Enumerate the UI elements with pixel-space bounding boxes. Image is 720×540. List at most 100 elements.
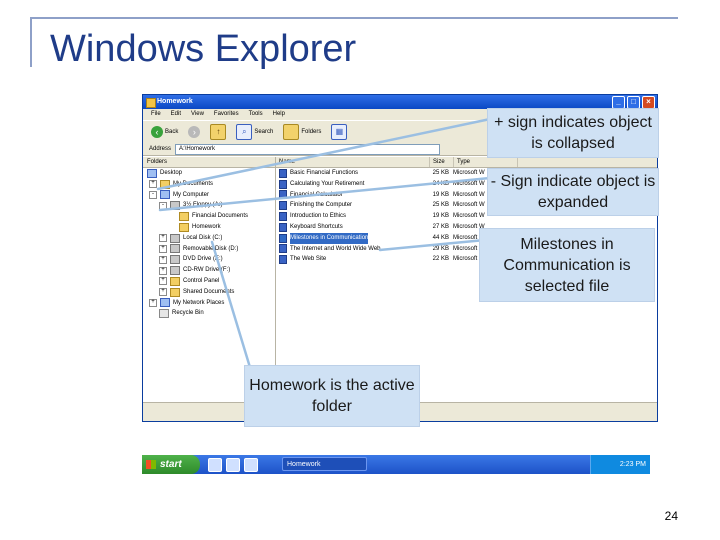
file-size: 44 KB — [432, 234, 449, 241]
quick-launch — [208, 458, 258, 472]
computer-icon — [160, 190, 170, 200]
expand-plus-icon[interactable]: + — [159, 288, 167, 297]
address-label: Address — [149, 146, 172, 152]
word-document-icon — [279, 179, 287, 189]
column-header-size[interactable]: Size — [430, 157, 454, 167]
tree-item-financial-documents[interactable]: Financial Documents — [143, 211, 275, 222]
recycle-bin-icon — [159, 309, 169, 319]
word-document-icon — [279, 222, 287, 232]
expand-plus-icon[interactable]: + — [159, 266, 167, 275]
desktop-icon — [147, 168, 157, 178]
expand-plus-icon[interactable]: + — [149, 180, 157, 189]
word-document-icon — [279, 201, 287, 211]
open-folder-icon — [179, 222, 189, 232]
menu-edit[interactable]: Edit — [171, 109, 181, 120]
tree-item-dvd-drive[interactable]: + DVD Drive (E:) — [143, 254, 275, 265]
taskbar: start Homework 2:23 PM — [142, 455, 650, 474]
expand-plus-icon[interactable]: + — [159, 277, 167, 286]
tree-item-homework[interactable]: Homework — [143, 222, 275, 233]
tree-item-label: My Documents — [173, 180, 214, 187]
menu-help[interactable]: Help — [273, 109, 285, 120]
tree-item-label: DVD Drive (E:) — [183, 256, 223, 263]
expand-plus-icon[interactable]: + — [159, 255, 167, 264]
file-name: Basic Financial Functions — [290, 170, 359, 176]
tree-item-removable-disk[interactable]: + Removable Disk (D:) — [143, 244, 275, 255]
file-size: 19 KB — [432, 191, 449, 198]
word-document-icon — [279, 168, 287, 178]
file-size: 19 KB — [432, 213, 449, 220]
menu-file[interactable]: File — [151, 109, 161, 120]
word-document-icon — [279, 212, 287, 222]
collapse-minus-icon[interactable]: - — [149, 190, 157, 199]
menu-tools[interactable]: Tools — [249, 109, 263, 120]
tree-item-my-computer[interactable]: - My Computer — [143, 190, 275, 201]
address-field[interactable]: A:\Homework — [175, 143, 441, 155]
drive-icon — [170, 244, 180, 254]
up-button[interactable]: ↑ — [208, 124, 228, 140]
collapse-minus-icon[interactable]: - — [159, 201, 167, 210]
callout-selected-file: Milestones in Communication is selected … — [479, 228, 655, 302]
start-button[interactable]: start — [142, 455, 200, 474]
expand-plus-icon[interactable]: + — [149, 298, 157, 307]
word-document-icon — [279, 190, 287, 200]
folders-button[interactable]: Folders — [281, 124, 323, 140]
views-button[interactable]: ▦ — [329, 124, 349, 140]
window-titlebar[interactable]: Homework _ □ × — [143, 95, 657, 109]
taskbar-item-homework[interactable]: Homework — [282, 457, 367, 471]
expand-plus-icon[interactable]: + — [159, 234, 167, 243]
expand-plus-icon[interactable]: + — [159, 244, 167, 253]
tree-item-my-documents[interactable]: + My Documents — [143, 179, 275, 190]
forward-button[interactable]: › — [186, 124, 202, 140]
file-size: 25 KB — [432, 202, 449, 209]
folders-pane-header: Folders — [143, 157, 275, 168]
column-header-name[interactable]: Name — [276, 157, 430, 167]
tree-item-label: Recycle Bin — [172, 310, 204, 317]
tree-item-cd-rw-drive[interactable]: + CD-RW Drive (F:) — [143, 265, 275, 276]
search-button[interactable]: ⌕ Search — [234, 124, 275, 140]
file-name: Keyboard Shortcuts — [290, 223, 343, 230]
windows-logo-icon — [146, 460, 156, 469]
tree-item-my-network-places[interactable]: + My Network Places — [143, 298, 275, 309]
file-size: 27 KB — [432, 223, 449, 230]
file-name: Financial Calculator — [290, 191, 343, 198]
folder-icon — [160, 179, 170, 189]
tree-item-desktop[interactable]: Desktop — [143, 168, 275, 179]
back-arrow-icon: ‹ — [151, 126, 163, 138]
tree-item-floppy[interactable]: - 3½ Floppy (A:) — [143, 200, 275, 211]
folders-icon — [283, 124, 300, 140]
quick-launch-browser-icon[interactable] — [208, 458, 222, 472]
menu-view[interactable]: View — [191, 109, 204, 120]
tree-item-label: Homework — [192, 223, 221, 230]
network-icon — [160, 298, 170, 308]
taskbar-item-label: Homework — [287, 461, 321, 468]
floppy-icon — [170, 201, 180, 211]
tree-item-label: Removable Disk (D:) — [183, 245, 239, 252]
tree-item-label: Shared Documents — [183, 288, 235, 295]
tree-item-local-disk[interactable]: + Local Disk (C:) — [143, 233, 275, 244]
tree-item-label: Local Disk (C:) — [183, 234, 223, 241]
clock[interactable]: 2:23 PM — [620, 461, 646, 468]
window-title: Homework — [157, 98, 193, 105]
quick-launch-media-icon[interactable] — [244, 458, 258, 472]
file-name: The Web Site — [290, 256, 327, 263]
column-header-type[interactable]: Type — [454, 157, 518, 167]
drive-icon — [170, 255, 180, 265]
drive-icon — [170, 233, 180, 243]
word-document-icon — [279, 255, 287, 265]
back-button[interactable]: ‹ Back — [149, 124, 180, 140]
tree-item-recycle-bin[interactable]: Recycle Bin — [143, 308, 275, 319]
views-icon: ▦ — [331, 124, 348, 140]
folder-icon — [146, 98, 156, 108]
file-name: Calculating Your Retirement — [290, 180, 365, 187]
tree-item-control-panel[interactable]: + Control Panel — [143, 276, 275, 287]
column-headers: Name Size Type — [276, 157, 657, 168]
quick-launch-mail-icon[interactable] — [226, 458, 240, 472]
up-folder-icon: ↑ — [210, 124, 227, 140]
file-name: The Internet and World Wide Web — [290, 245, 381, 252]
folder-icon — [170, 287, 180, 297]
tree-item-label: 3½ Floppy (A:) — [183, 202, 223, 209]
tree-item-label: CD-RW Drive (F:) — [183, 267, 231, 274]
file-name: Introduction to Ethics — [290, 213, 347, 220]
tree-item-shared-documents[interactable]: + Shared Documents — [143, 287, 275, 298]
menu-favorites[interactable]: Favorites — [214, 109, 239, 120]
